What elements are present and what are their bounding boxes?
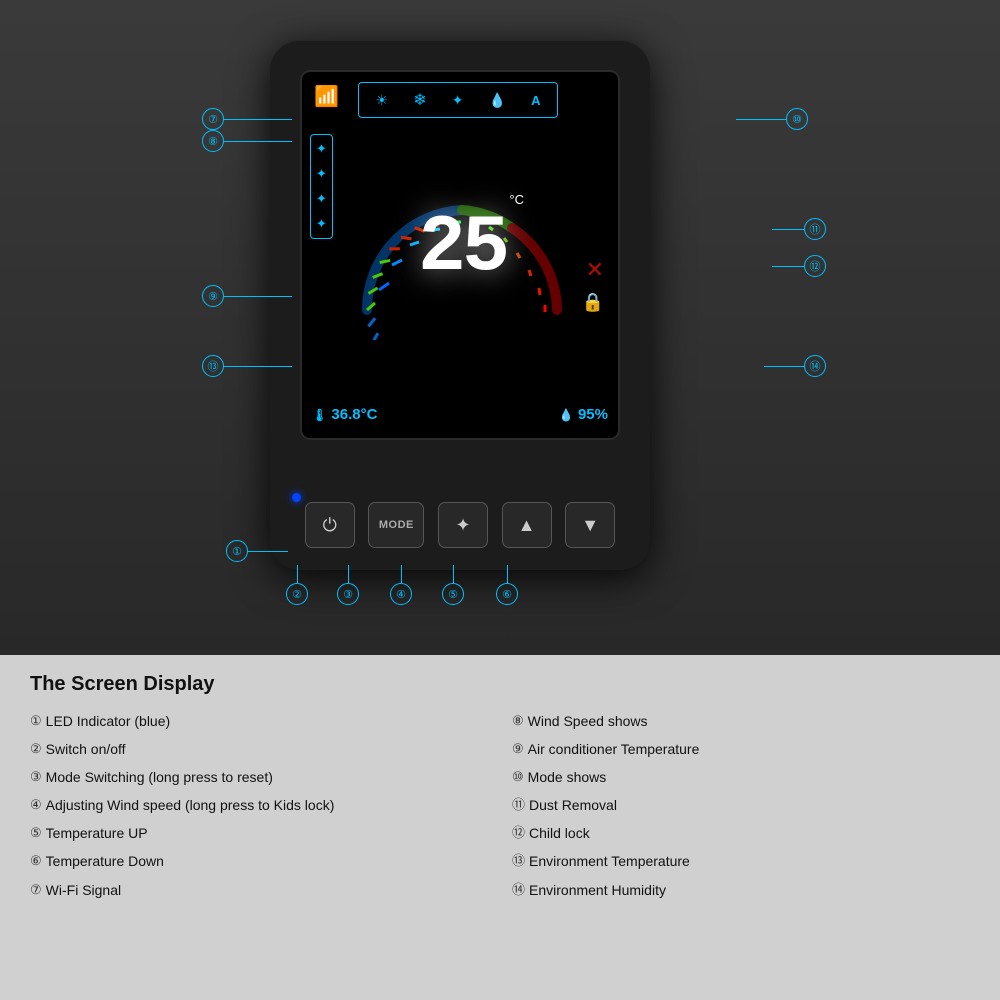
fan-speed-column: ✦ ✦ ✦ ✦ — [310, 134, 333, 239]
desc-num-3: ③ — [30, 766, 42, 789]
desc-text-3: Mode Switching (long press to reset) — [46, 766, 273, 789]
temp-up-button[interactable]: ▲ — [502, 502, 552, 548]
desc-text-6: Temperature Down — [46, 850, 164, 873]
fan-speed-button[interactable]: ✦ — [438, 502, 488, 548]
description-grid: ① LED Indicator (blue) ⑧ Wind Speed show… — [30, 710, 970, 902]
annotation-8: ⑧ — [202, 130, 292, 152]
desc-item-13: ⑬ Environment Temperature — [512, 850, 970, 873]
desc-item-11: ⑪ Dust Removal — [512, 794, 970, 817]
description-section: The Screen Display ① LED Indicator (blue… — [0, 655, 1000, 1000]
annotation-5: ⑤ — [442, 565, 464, 605]
mode-bar: ☀ ❄ ✦ 💧 A — [358, 82, 558, 118]
wifi-icon: 📶 — [314, 84, 339, 109]
buttons-row: ⏻ MODE ✦ ▲ ▼ — [298, 502, 622, 548]
desc-text-9: Air conditioner Temperature — [528, 738, 700, 761]
desc-num-5: ⑤ — [30, 822, 42, 845]
desc-item-5: ⑤ Temperature UP — [30, 822, 488, 845]
desc-item-12: ⑫ Child lock — [512, 822, 970, 845]
fan-speed-2-icon: ✦ — [316, 166, 327, 182]
env-temperature-display: 🌡 36.8°C — [312, 406, 377, 423]
desc-text-1: LED Indicator (blue) — [46, 710, 171, 733]
desc-item-14: ⑭ Environment Humidity — [512, 879, 970, 902]
child-lock-icon: 🔒 — [582, 292, 604, 313]
power-button[interactable]: ⏻ — [305, 502, 355, 548]
desc-item-10: ⑩ Mode shows — [512, 766, 970, 789]
annotation-7: ⑦ — [202, 108, 292, 130]
desc-num-9: ⑨ — [512, 738, 524, 761]
mode-auto-icon: A — [531, 93, 540, 108]
temp-down-button[interactable]: ▼ — [565, 502, 615, 548]
annotation-4: ④ — [390, 565, 412, 605]
device-body: 📶 ☀ ❄ ✦ 💧 A ✦ ✦ ✦ ✦ — [270, 40, 650, 570]
annotation-3: ③ — [337, 565, 359, 605]
desc-item-6: ⑥ Temperature Down — [30, 850, 488, 873]
mode-snow-icon: ❄ — [413, 90, 426, 110]
desc-item-4: ④ Adjusting Wind speed (long press to Ki… — [30, 794, 488, 817]
desc-num-1: ① — [30, 710, 42, 733]
desc-num-11: ⑪ — [512, 794, 525, 817]
desc-text-4: Adjusting Wind speed (long press to Kids… — [46, 794, 335, 817]
desc-item-3: ③ Mode Switching (long press to reset) — [30, 766, 488, 789]
mode-fan-icon: ✦ — [452, 92, 464, 109]
desc-item-1: ① LED Indicator (blue) — [30, 710, 488, 733]
annotation-14: ⑭ — [764, 355, 826, 377]
desc-text-14: Environment Humidity — [529, 879, 666, 902]
desc-item-2: ② Switch on/off — [30, 738, 488, 761]
desc-item-9: ⑨ Air conditioner Temperature — [512, 738, 970, 761]
desc-text-5: Temperature UP — [46, 822, 148, 845]
led-indicator — [292, 493, 301, 502]
desc-text-11: Dust Removal — [529, 794, 617, 817]
desc-item-8: ⑧ Wind Speed shows — [512, 710, 970, 733]
device-screen: 📶 ☀ ❄ ✦ 💧 A ✦ ✦ ✦ ✦ — [300, 70, 620, 440]
desc-num-8: ⑧ — [512, 710, 524, 733]
annotation-1: ① — [226, 540, 288, 562]
fan-speed-4-icon: ✦ — [316, 216, 327, 232]
fan-speed-3-icon: ✦ — [316, 191, 327, 207]
desc-num-13: ⑬ — [512, 850, 525, 873]
desc-num-4: ④ — [30, 794, 42, 817]
drop-icon: 💧 — [559, 408, 574, 422]
desc-item-7: ⑦ Wi-Fi Signal — [30, 879, 488, 902]
annotation-12: ⑫ — [772, 255, 826, 277]
fan-speed-1-icon: ✦ — [316, 141, 327, 157]
desc-text-8: Wind Speed shows — [528, 710, 648, 733]
env-humidity-display: 💧 95% — [559, 406, 608, 423]
desc-num-10: ⑩ — [512, 766, 524, 789]
section-title: The Screen Display — [30, 673, 970, 696]
bottom-info-row: 🌡 36.8°C 💧 95% — [312, 406, 608, 423]
dust-removal-icon: ✕ — [586, 257, 604, 283]
desc-num-6: ⑥ — [30, 850, 42, 873]
desc-text-7: Wi-Fi Signal — [46, 879, 121, 902]
desc-num-12: ⑫ — [512, 822, 525, 845]
mode-drop-icon: 💧 — [489, 92, 506, 109]
desc-num-14: ⑭ — [512, 879, 525, 902]
desc-text-2: Switch on/off — [46, 738, 126, 761]
desc-text-10: Mode shows — [528, 766, 607, 789]
temperature-display: °C 25 — [372, 192, 552, 289]
temperature-number: 25 — [372, 209, 552, 289]
desc-text-13: Environment Temperature — [529, 850, 690, 873]
annotation-13: ⑬ — [202, 355, 292, 377]
annotation-11: ⑪ — [772, 218, 826, 240]
desc-num-7: ⑦ — [30, 879, 42, 902]
desc-text-12: Child lock — [529, 822, 590, 845]
annotation-2: ② — [286, 565, 308, 605]
thermometer-icon: 🌡 — [312, 408, 327, 422]
mode-sun-icon: ☀ — [376, 92, 389, 109]
annotation-10: ⑩ — [736, 108, 808, 130]
mode-button[interactable]: MODE — [368, 502, 424, 548]
annotation-9: ⑨ — [202, 285, 292, 307]
desc-num-2: ② — [30, 738, 42, 761]
annotation-6: ⑥ — [496, 565, 518, 605]
